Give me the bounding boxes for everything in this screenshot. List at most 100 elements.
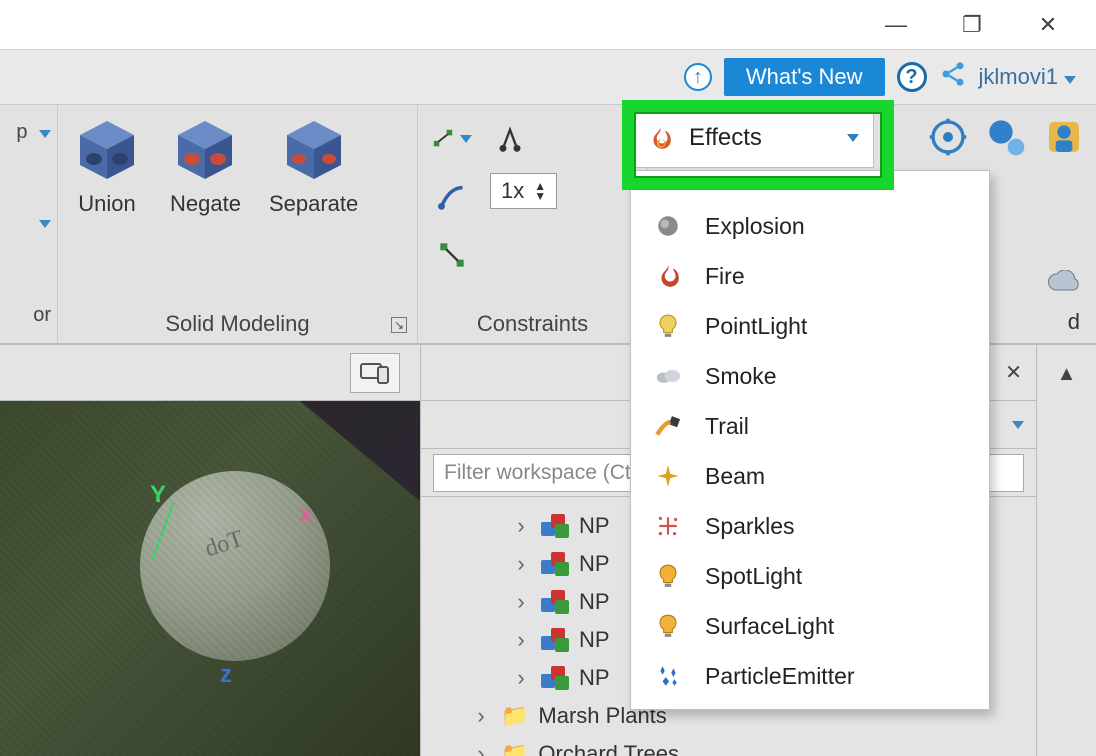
- maximize-button[interactable]: ❐: [942, 5, 1002, 45]
- chevron-down-icon: [1064, 76, 1076, 84]
- axis-z-label: z: [220, 661, 232, 689]
- info-row: ↑ What's New ? jklmovi1: [0, 50, 1096, 105]
- tree-item-label: NP: [579, 551, 610, 577]
- share-icon[interactable]: [939, 60, 967, 95]
- effects-item-surfacelight[interactable]: SurfaceLight: [631, 601, 989, 651]
- tree-item-folder[interactable]: › 📁 Orchard Trees: [421, 735, 1036, 756]
- chevron-down-icon[interactable]: [1012, 421, 1024, 429]
- smoke-icon: [653, 361, 683, 391]
- effects-button-label: Effects: [689, 124, 762, 152]
- effects-item-label: SpotLight: [705, 563, 802, 590]
- chevron-right-icon: ›: [511, 627, 531, 653]
- effects-item-smoke[interactable]: Smoke: [631, 351, 989, 401]
- close-panel-icon[interactable]: ✕: [1005, 360, 1022, 385]
- effects-button[interactable]: Effects: [630, 108, 874, 168]
- chevron-right-icon: ›: [471, 741, 491, 756]
- username-label[interactable]: jklmovi1: [979, 64, 1076, 90]
- constraint-scale-input[interactable]: 1x ▲▼: [490, 173, 557, 209]
- union-icon: [72, 119, 142, 183]
- scroll-up-icon[interactable]: ▲: [1057, 363, 1077, 386]
- ribbon-group-constraints: 1x ▲▼ Constraints: [418, 105, 648, 343]
- ribbon-cloud-icon[interactable]: [1046, 270, 1080, 303]
- axis-line: [152, 502, 174, 559]
- model-icon: [541, 590, 569, 614]
- folder-icon: 📁: [501, 741, 528, 756]
- effects-item-fire[interactable]: Fire: [631, 251, 989, 301]
- beam-icon: [653, 461, 683, 491]
- bulb-icon: [653, 311, 683, 341]
- negate-icon: [170, 119, 240, 183]
- effects-item-label: PointLight: [705, 313, 807, 340]
- group-label-constraints: Constraints: [418, 311, 647, 337]
- chevron-down-icon: [39, 130, 51, 138]
- attachment-button[interactable]: [490, 119, 530, 159]
- fire-icon: [653, 261, 683, 291]
- help-icon[interactable]: ?: [897, 62, 927, 92]
- chevron-right-icon: ›: [471, 703, 491, 729]
- chevron-right-icon: ›: [511, 589, 531, 615]
- scale-value: 1x: [501, 178, 524, 204]
- effects-item-trail[interactable]: Trail: [631, 401, 989, 451]
- union-label: Union: [78, 191, 135, 217]
- model-icon: [541, 666, 569, 690]
- viewport-pane: doT Y x z: [0, 345, 420, 756]
- separate-icon: [279, 119, 349, 183]
- effects-item-label: Sparkles: [705, 513, 794, 540]
- constraint-weld-button[interactable]: [432, 235, 472, 275]
- stub-bottom: or: [33, 304, 51, 327]
- effects-item-particleemitter[interactable]: ParticleEmitter: [631, 651, 989, 701]
- tree-item-label: NP: [579, 665, 610, 691]
- gear-icon[interactable]: [928, 117, 968, 157]
- axis-x-label: x: [300, 501, 312, 527]
- effects-item-label: Explosion: [705, 213, 805, 240]
- model-icon: [541, 628, 569, 652]
- ribbon-left-stub: p or: [0, 105, 58, 343]
- folder-icon: 📁: [501, 703, 528, 729]
- advanced-tail: d: [1068, 309, 1080, 335]
- stepper-icon[interactable]: ▲▼: [534, 181, 546, 201]
- negate-button[interactable]: Negate: [170, 119, 241, 217]
- tree-item-label: NP: [579, 513, 610, 539]
- effects-item-sparkles[interactable]: Sparkles: [631, 501, 989, 551]
- stub-top: p: [16, 121, 27, 143]
- chevron-down-icon: [847, 134, 859, 142]
- particle-icon: [653, 661, 683, 691]
- chevron-down-icon: [460, 135, 472, 143]
- effects-item-label: Beam: [705, 463, 765, 490]
- constraint-details-button[interactable]: [432, 177, 472, 217]
- viewport-3d[interactable]: doT Y x z: [0, 401, 420, 756]
- bulb2-icon: [653, 611, 683, 641]
- sparkles-icon: [653, 511, 683, 541]
- effects-item-label: Trail: [705, 413, 749, 440]
- device-emulator-button[interactable]: [350, 353, 400, 393]
- separate-label: Separate: [269, 191, 358, 217]
- group-label-solid: Solid Modeling: [58, 311, 417, 337]
- player-icon[interactable]: [1044, 117, 1084, 157]
- chevron-right-icon: ›: [511, 513, 531, 539]
- effects-item-label: Smoke: [705, 363, 777, 390]
- viewport-face-label: doT: [202, 526, 247, 564]
- viewport-shadow: [300, 401, 420, 501]
- up-arrow-icon[interactable]: ↑: [684, 63, 712, 91]
- effects-item-explosion[interactable]: Explosion: [631, 201, 989, 251]
- effects-item-pointlight[interactable]: PointLight: [631, 301, 989, 351]
- chevron-right-icon: ›: [511, 665, 531, 691]
- chevron-right-icon: ›: [511, 551, 531, 577]
- tree-item-label: NP: [579, 589, 610, 615]
- window-titlebar: — ❐ ✕: [0, 0, 1096, 50]
- fire-icon: [645, 123, 675, 153]
- constraint-create-button[interactable]: [432, 119, 472, 159]
- effects-dropdown-wrap: Effects Explosion Fire PointLight Smoke …: [630, 108, 874, 168]
- model-icon: [541, 514, 569, 538]
- group-expand-icon[interactable]: ↘: [391, 317, 407, 333]
- effects-item-spotlight[interactable]: SpotLight: [631, 551, 989, 601]
- effects-item-beam[interactable]: Beam: [631, 451, 989, 501]
- team-create-icon[interactable]: [986, 117, 1026, 157]
- separate-button[interactable]: Separate: [269, 119, 358, 217]
- union-button[interactable]: Union: [72, 119, 142, 217]
- negate-label: Negate: [170, 191, 241, 217]
- effects-menu: Explosion Fire PointLight Smoke Trail Be…: [630, 170, 990, 710]
- minimize-button[interactable]: —: [866, 5, 926, 45]
- close-button[interactable]: ✕: [1018, 5, 1078, 45]
- whats-new-button[interactable]: What's New: [724, 58, 885, 96]
